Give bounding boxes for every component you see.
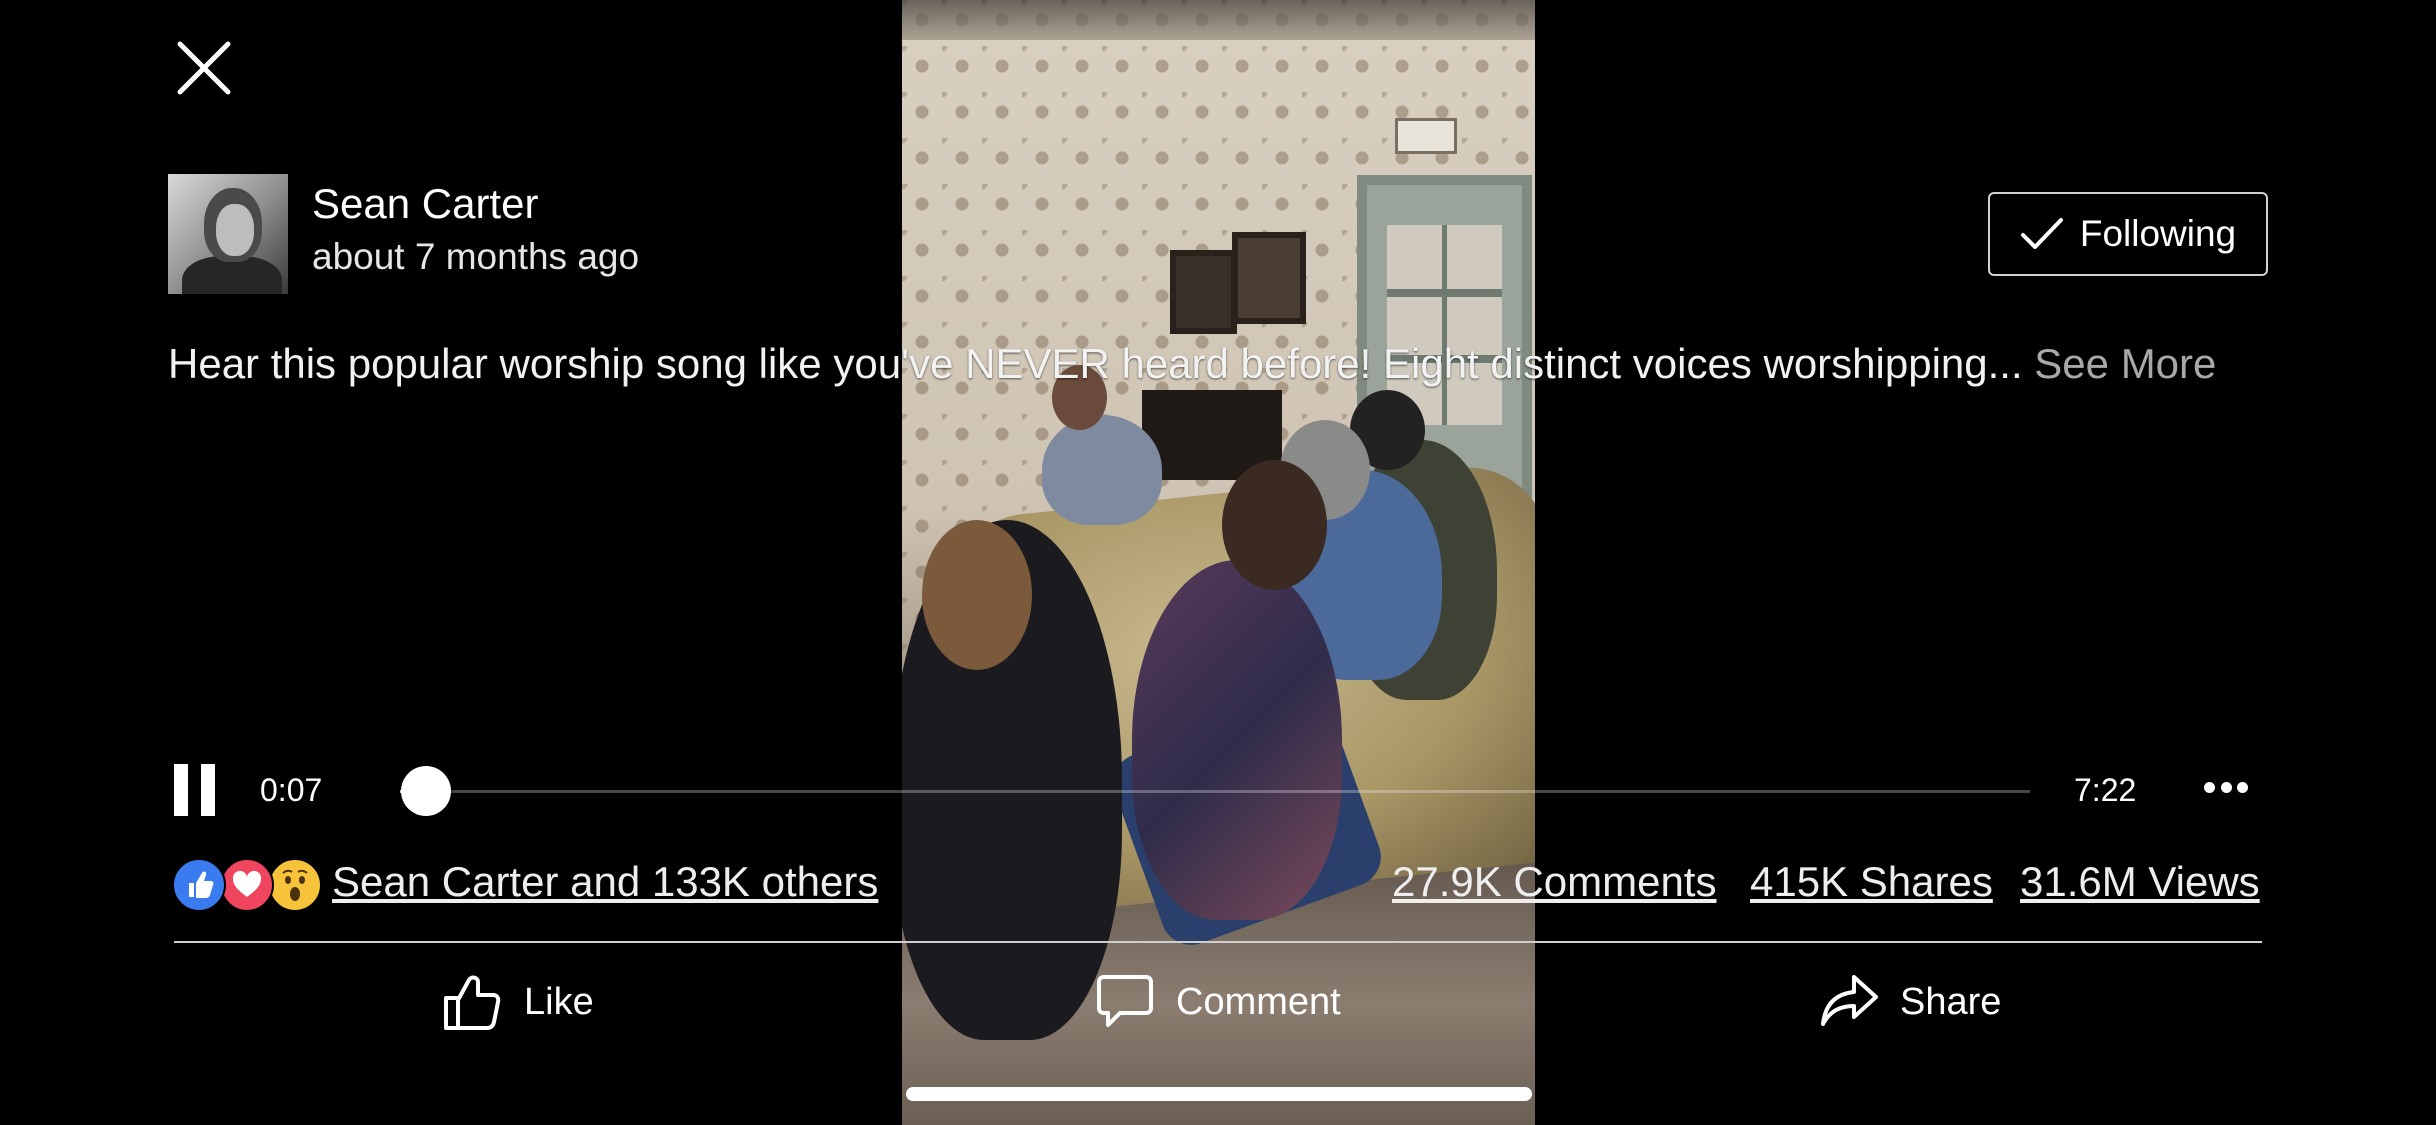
wow-reaction-icon	[268, 858, 322, 912]
pause-button[interactable]	[174, 764, 216, 816]
following-label: Following	[2079, 213, 2237, 254]
views-count-link[interactable]: 31.6M Views	[2020, 858, 2260, 906]
close-button[interactable]	[168, 32, 240, 104]
video-person-head	[1222, 460, 1327, 590]
post-timestamp: about 7 months ago	[312, 236, 640, 277]
following-button[interactable]: Following	[1988, 192, 2268, 276]
more-options-icon-dot	[2220, 781, 2232, 793]
more-options-button[interactable]	[2204, 776, 2248, 798]
love-reaction-icon	[220, 858, 274, 912]
video-person-head	[922, 520, 1032, 670]
reaction-icons[interactable]	[172, 858, 322, 912]
comment-button[interactable]: Comment	[1094, 966, 1341, 1038]
comments-count-link[interactable]: 27.9K Comments	[1392, 858, 1716, 906]
see-more-link[interactable]: See More	[2034, 340, 2216, 387]
home-indicator[interactable]	[906, 1087, 1532, 1101]
like-reaction-icon	[172, 858, 226, 912]
divider	[174, 941, 2262, 943]
share-arrow-icon	[1821, 975, 1878, 1026]
video-player[interactable]	[902, 0, 1535, 1125]
like-button[interactable]: Like	[442, 966, 594, 1038]
video-ceiling	[902, 0, 1535, 40]
share-label: Share	[1900, 980, 2002, 1023]
avatar-face	[216, 204, 254, 256]
video-picture-frame	[1232, 232, 1306, 324]
avatar[interactable]	[168, 174, 288, 294]
checkmark-icon	[2020, 218, 2063, 249]
video-picture-frame	[1170, 250, 1237, 334]
author-name[interactable]: Sean Carter	[312, 180, 538, 228]
video-exit-sign	[1395, 118, 1457, 154]
video-person	[1132, 560, 1342, 920]
like-label: Like	[524, 980, 594, 1023]
current-time: 0:07	[260, 772, 323, 808]
total-duration: 7:22	[2074, 772, 2137, 808]
close-icon	[177, 41, 231, 95]
progress-scrubber[interactable]	[400, 766, 2030, 816]
thumbs-up-icon	[444, 975, 501, 1030]
video-person	[1042, 415, 1162, 525]
comment-label: Comment	[1176, 980, 1341, 1023]
speech-bubble-icon	[1097, 975, 1153, 1027]
post-caption: Hear this popular worship song like you'…	[168, 340, 2278, 388]
shares-count-link[interactable]: 415K Shares	[1750, 858, 1993, 906]
more-options-icon-dot	[2237, 781, 2248, 793]
caption-text: Hear this popular worship song like you'…	[168, 340, 2023, 387]
video-viewer: Sean Carter about 7 months ago Following…	[0, 0, 2436, 1125]
more-options-icon-dot	[2204, 781, 2215, 793]
reactors-link[interactable]: Sean Carter and 133K others	[332, 858, 878, 906]
share-button[interactable]: Share	[1818, 966, 2001, 1038]
scrubber-handle[interactable]	[401, 766, 452, 816]
